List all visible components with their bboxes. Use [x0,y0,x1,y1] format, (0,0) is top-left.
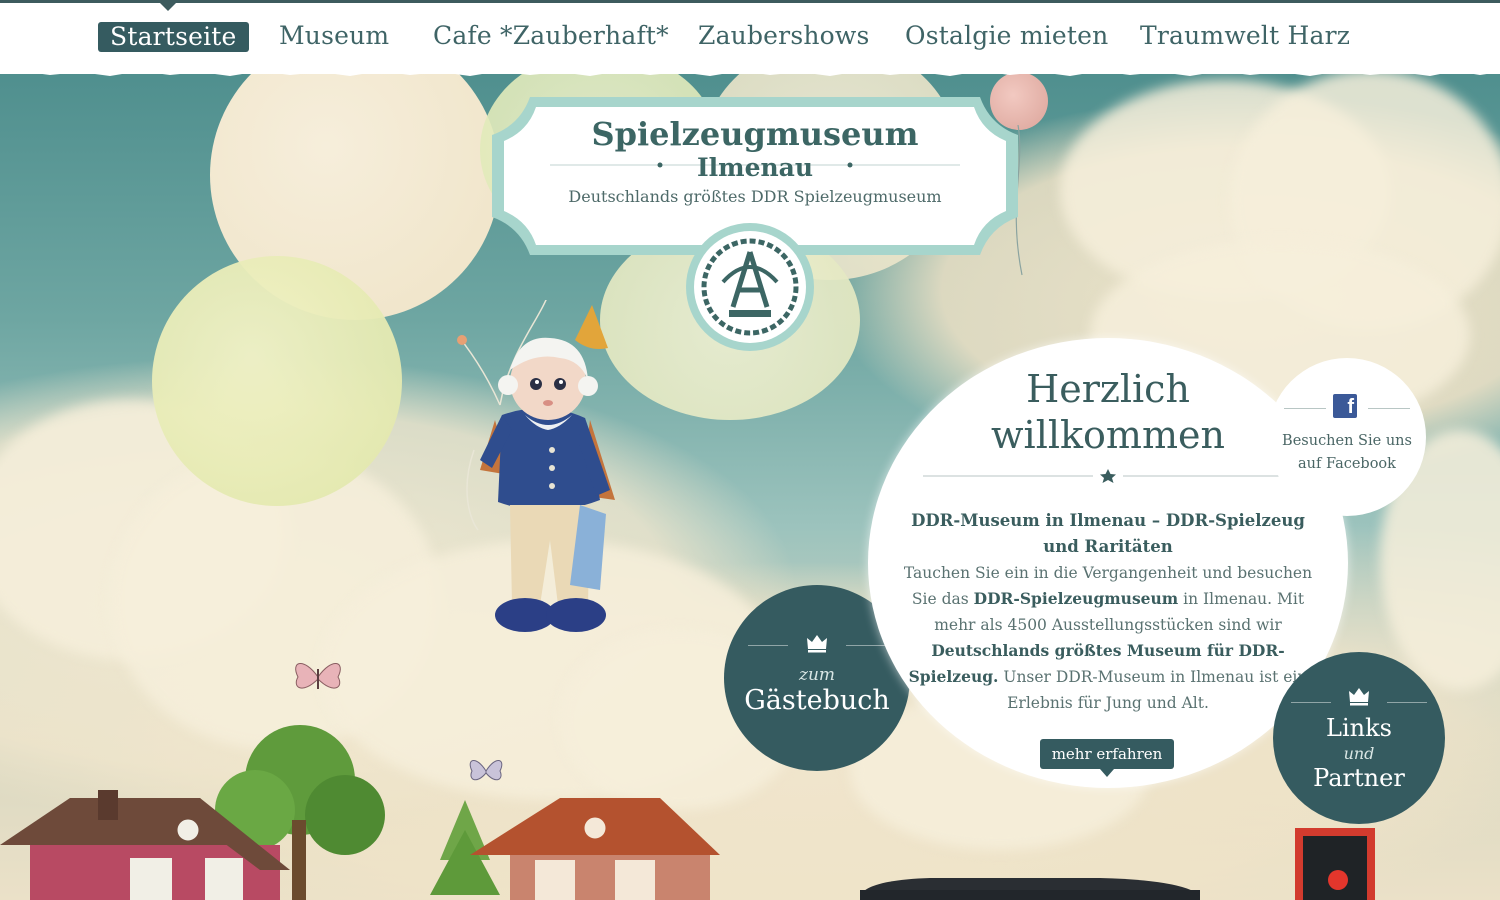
divider [748,645,788,646]
divider [1368,408,1410,409]
welcome-title-line2: willkommen [991,413,1225,457]
welcome-heading: DDR-Museum in Ilmenau – DDR-Spielzeug un… [911,511,1305,556]
facebook-text: Besuchen Sie uns auf Facebook [1268,430,1426,476]
star-divider [923,469,1293,483]
balloon [152,256,402,506]
facebook-link[interactable]: f Besuchen Sie uns auf Facebook [1268,358,1426,516]
butterfly-icon [295,663,341,689]
links-small-label: und [1343,744,1375,763]
nav-item-ostalgie-mieten[interactable]: Ostalgie mieten [905,20,1108,52]
partner-label: Partner [1313,764,1405,792]
divider [1284,408,1326,409]
divider [1291,702,1331,703]
nav-item-zaubershows[interactable]: Zaubershows [698,20,870,52]
active-indicator-arrow [160,3,176,11]
facebook-line1: Besuchen Sie uns [1282,433,1412,449]
site-tagline: Deutschlands größtes DDR Spielzeugmuseum [568,187,942,206]
facebook-icon: f [1333,394,1357,418]
nav-item-museum[interactable]: Museum [279,20,389,52]
site-subtitle: Ilmenau [696,153,814,182]
facebook-line2: auf Facebook [1298,456,1396,472]
nav-item-startseite[interactable]: Startseite [98,22,249,52]
links-label: Links [1326,714,1392,742]
nav-item-cafe[interactable]: Cafe *Zauberhaft* [433,20,669,52]
site-title: Spielzeugmuseum [591,115,919,153]
crown-icon [1349,688,1369,706]
button-arrow [1100,769,1114,777]
divider [846,645,886,646]
body-bold-text: DDR-Spielzeugmuseum [973,589,1179,608]
welcome-body: Tauchen Sie ein in die Vergangenheit und… [896,560,1320,716]
crown-icon [807,635,827,653]
links-partner-button[interactable]: Links und Partner [1273,652,1445,824]
main-navigation: Startseite Museum Cafe *Zauberhaft* Zaub… [0,0,1500,74]
torn-paper-edge [0,66,1500,76]
divider [1387,702,1427,703]
body-text: Unser DDR-Museum in Ilmenau ist ein Erle… [998,668,1308,712]
sandmann-doll-illustration [457,300,615,632]
nav-item-traumwelt-harz[interactable]: Traumwelt Harz [1140,20,1350,52]
welcome-title-line1: Herzlich [1026,367,1190,411]
guestbook-label: Gästebuch [744,685,890,716]
ddr-emblem-icon [686,223,814,351]
guestbook-small-label: zum [798,665,836,685]
more-info-button[interactable]: mehr erfahren [1040,739,1174,769]
